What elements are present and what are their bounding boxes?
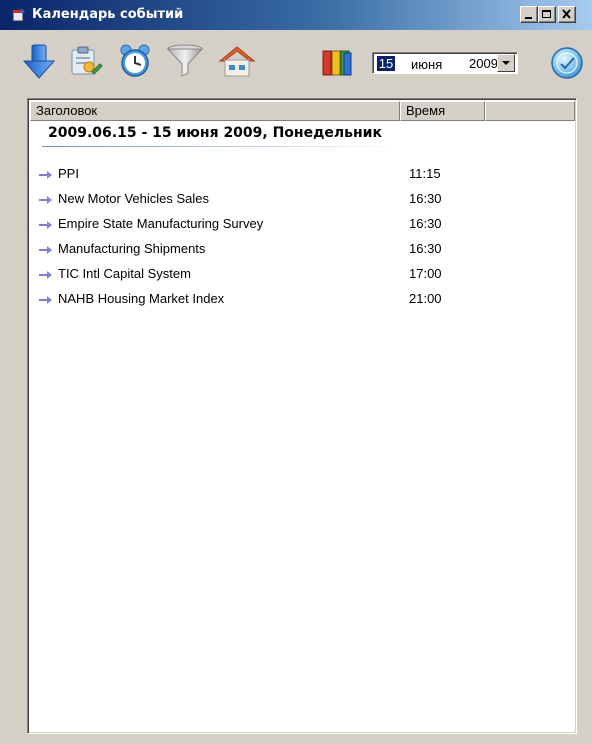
event-time: 16:30 [409,241,442,256]
title-bar: Календарь событий [0,0,592,30]
arrow-right-icon [39,271,52,279]
table-row[interactable]: PPI 11:15 [28,166,576,191]
arrow-right-icon [39,171,52,179]
home-button[interactable] [218,42,256,80]
arrow-right-icon [39,246,52,254]
table-row[interactable]: Empire State Manufacturing Survey 16:30 [28,216,576,241]
table-row[interactable]: NAHB Housing Market Index 21:00 [28,291,576,316]
books-icon[interactable] [322,49,352,77]
close-icon [562,9,571,19]
download-button[interactable] [20,42,58,80]
globe-icon[interactable] [550,46,584,80]
app-icon [12,8,25,22]
group-divider [42,146,400,147]
chevron-down-icon [502,61,510,65]
toolbar: 15 июня 2009 г. [0,30,592,90]
date-dropdown-button[interactable] [497,54,515,72]
download-arrow-icon [22,44,56,79]
filter-button[interactable] [166,42,204,80]
date-day-field[interactable]: 15 [377,56,395,71]
column-header-empty [485,101,575,121]
table-row[interactable]: New Motor Vehicles Sales 16:30 [28,191,576,216]
event-title: NAHB Housing Market Index [58,291,225,306]
table-row[interactable]: TIC Intl Capital System 17:00 [28,266,576,291]
event-rows: PPI 11:15 New Motor Vehicles Sales 16:30… [28,166,576,316]
event-time: 17:00 [409,266,442,281]
event-title: PPI [58,166,79,181]
maximize-icon [542,10,551,18]
close-button[interactable] [558,6,576,23]
event-time: 16:30 [409,191,442,206]
alarm-button[interactable] [116,42,154,80]
group-header: 2009.06.15 - 15 июня 2009, Понедельник [48,125,382,141]
minimize-icon [525,17,532,19]
arrow-right-icon [39,296,52,304]
alarm-clock-icon [120,44,150,77]
event-title: Empire State Manufacturing Survey [58,216,264,231]
arrow-right-icon [39,221,52,229]
filter-funnel-icon [166,44,204,77]
list-header: Заголовок Время [30,101,575,121]
maximize-button[interactable] [538,6,556,23]
window-title: Календарь событий [32,7,184,22]
date-picker[interactable]: 15 июня 2009 г. [372,52,518,74]
column-header-title[interactable]: Заголовок [30,101,400,121]
event-time: 16:30 [409,216,442,231]
clipboard-edit-icon [71,46,103,75]
event-title: TIC Intl Capital System [58,266,191,281]
arrow-right-icon [39,196,52,204]
edit-event-button[interactable] [66,42,104,80]
column-header-time[interactable]: Время [400,101,485,121]
home-icon [218,46,256,77]
minimize-button[interactable] [520,6,538,23]
date-month-field[interactable]: июня [411,57,442,72]
event-time: 21:00 [409,291,442,306]
event-time: 11:15 [409,166,441,181]
table-row[interactable]: Manufacturing Shipments 16:30 [28,241,576,266]
event-list[interactable]: Заголовок Время 2009.06.15 - 15 июня 200… [27,98,577,734]
event-title: Manufacturing Shipments [58,241,206,256]
event-title: New Motor Vehicles Sales [58,191,210,206]
